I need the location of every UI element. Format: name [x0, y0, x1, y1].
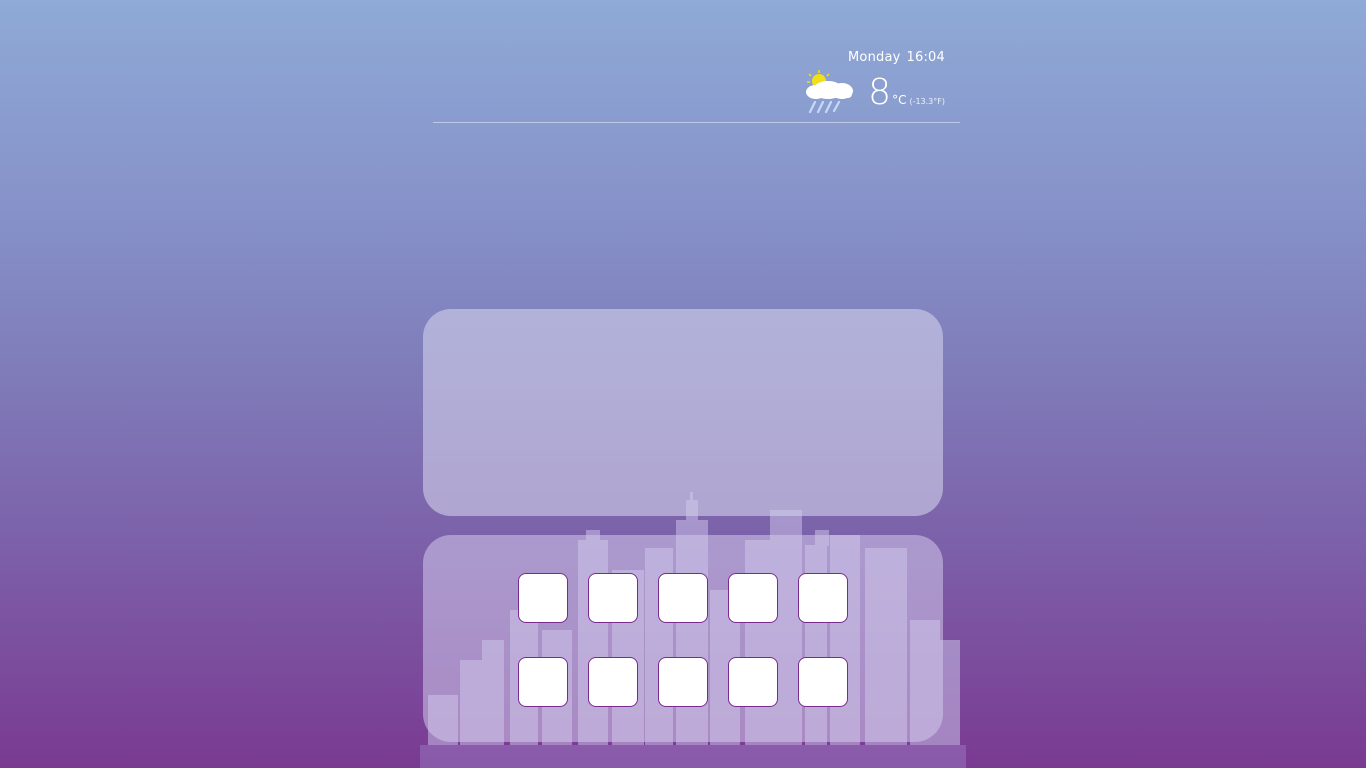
temperature-value: 8 [868, 72, 892, 113]
app-tile[interactable] [728, 573, 778, 623]
app-tile[interactable] [518, 657, 568, 707]
date-time: Monday 16:04 [848, 50, 945, 65]
app-tile[interactable] [658, 573, 708, 623]
app-tile[interactable] [588, 573, 638, 623]
content-panel [423, 309, 943, 516]
launcher-panel [423, 535, 943, 742]
app-tile-grid [518, 573, 848, 707]
weather-header: Monday 16:04 8 °C (-13.3°F) [433, 40, 960, 123]
app-tile[interactable] [658, 657, 708, 707]
app-tile[interactable] [728, 657, 778, 707]
time-label: 16:04 [906, 50, 945, 65]
temperature-fahrenheit: (-13.3°F) [909, 97, 945, 106]
app-tile[interactable] [518, 573, 568, 623]
partly-cloudy-rain-icon [806, 70, 853, 114]
temperature-readout: 8 °C (-13.3°F) [868, 75, 945, 111]
app-tile[interactable] [798, 657, 848, 707]
day-label: Monday [848, 50, 901, 65]
app-tile[interactable] [798, 573, 848, 623]
temperature-unit: °C [892, 93, 907, 107]
app-tile[interactable] [588, 657, 638, 707]
